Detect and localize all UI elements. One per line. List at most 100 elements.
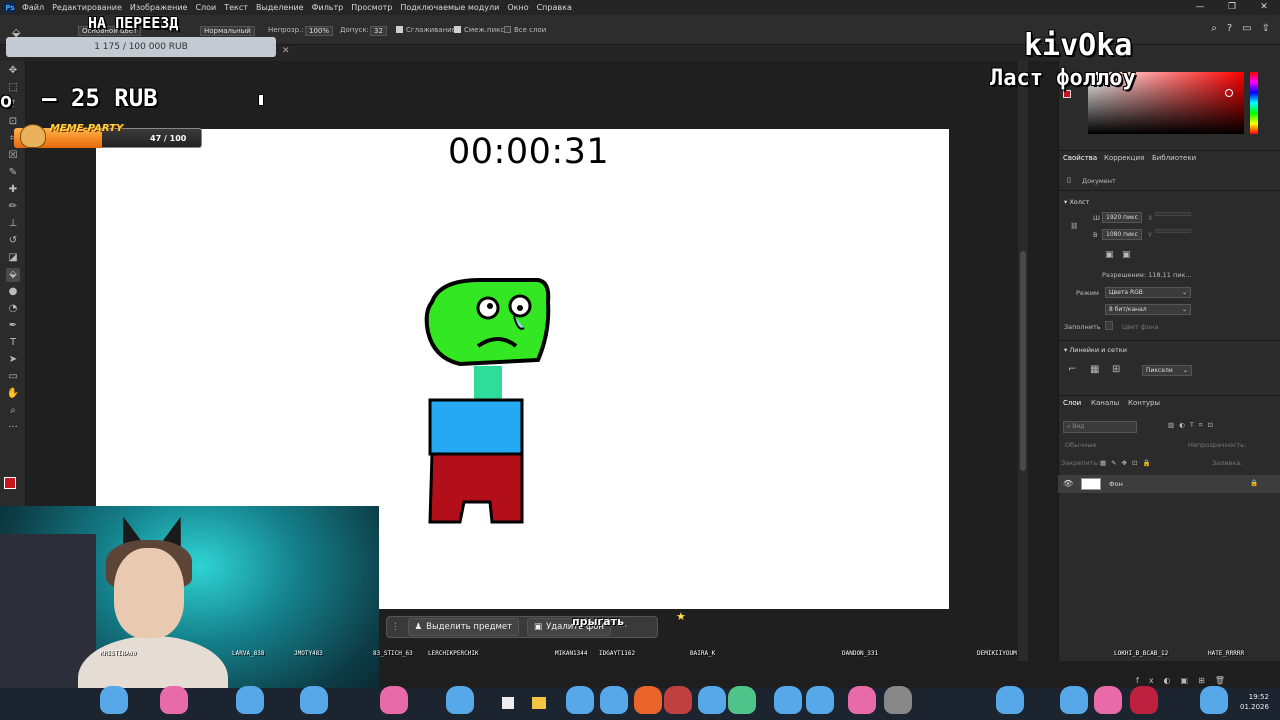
restore-icon[interactable]: ❐ [1216, 0, 1248, 15]
last-donation-amount: — 25 RUB [42, 84, 158, 112]
help-icon[interactable]: ? [1227, 23, 1232, 34]
menu-text[interactable]: Текст [224, 3, 248, 12]
lock-icons[interactable]: ▦✎✥⊡🔒 [1100, 459, 1156, 467]
grid-icon[interactable]: ▦ [1090, 364, 1099, 375]
folder-icon[interactable] [532, 697, 546, 709]
fg-color-chip[interactable] [1063, 90, 1071, 98]
menu-file[interactable]: Файл [22, 3, 44, 12]
menu-layers[interactable]: Слои [195, 3, 216, 12]
color-picker-handle[interactable] [1225, 89, 1233, 97]
paint-bucket-tool-icon[interactable]: ⬙ [6, 268, 20, 282]
hand-tool-icon[interactable]: ✋ [6, 387, 20, 401]
select-subject-label: Выделить предмет [426, 622, 513, 632]
eyedropper-tool-icon[interactable]: ✎ [6, 166, 20, 180]
antialias-checkbox[interactable]: Сглаживание [396, 26, 456, 34]
menu-edit[interactable]: Редактирование [52, 3, 122, 12]
system-clock[interactable]: 19:52 01.2026 [1240, 692, 1269, 712]
star-icon: ★ [676, 610, 686, 623]
mode-select[interactable]: Цвета RGB ⌄ [1105, 287, 1191, 298]
portrait-icon[interactable]: ▣ [1105, 250, 1114, 260]
units-select[interactable]: Пиксели ⌄ [1142, 365, 1192, 376]
dodge-tool-icon[interactable]: ◔ [6, 302, 20, 316]
more-tools-icon[interactable]: ··· [6, 421, 20, 435]
minimize-icon[interactable]: — [1184, 0, 1216, 15]
visibility-eye-icon[interactable]: 👁 [1063, 479, 1073, 488]
blur-tool-icon[interactable]: ● [6, 285, 20, 299]
height-field[interactable]: 1080 пикс [1102, 229, 1142, 240]
history-brush-icon[interactable]: ↺ [6, 234, 20, 248]
menu-select[interactable]: Выделение [256, 3, 304, 12]
chat-avatar [698, 686, 726, 714]
blend-mode-value[interactable]: Обычные [1065, 441, 1096, 449]
window-controls: — ❐ ✕ [1184, 0, 1280, 15]
layer-search-input[interactable]: ⌕ Вид [1063, 421, 1137, 433]
contiguous-checkbox[interactable]: Смеж.пикс [454, 26, 504, 34]
close-tab-icon[interactable]: ✕ [282, 46, 290, 56]
menu-image[interactable]: Изображение [130, 3, 188, 12]
jump-command-text: прыгать [572, 615, 624, 628]
canvas-section-title[interactable]: ▾ Холст [1064, 198, 1089, 206]
all-layers-checkbox[interactable]: Все слои [504, 26, 546, 34]
pen-tool-icon[interactable]: ✒ [6, 319, 20, 333]
tab-layers[interactable]: Слои [1063, 399, 1081, 407]
rectangle-tool-icon[interactable]: ▭ [6, 370, 20, 384]
share-icon[interactable]: ⇪ [1262, 23, 1270, 34]
type-tool-icon[interactable]: T [6, 336, 20, 350]
healing-tool-icon[interactable]: ✚ [6, 183, 20, 197]
hue-slider[interactable] [1250, 72, 1258, 134]
object-select-tool-icon[interactable]: ⊡ [6, 115, 20, 129]
photoshop-logo[interactable]: Ps [4, 2, 16, 13]
stamp-tool-icon[interactable]: ⊥ [6, 217, 20, 231]
layer-bottom-icons[interactable]: fx◐▣⊞🗑 [1136, 676, 1235, 685]
tab-adjustments[interactable]: Коррекция [1104, 154, 1144, 162]
menu-plugins[interactable]: Подключаемые модули [400, 3, 499, 12]
drag-handle-icon[interactable]: ⋮ [391, 622, 400, 632]
menu-window[interactable]: Окно [507, 3, 528, 12]
chat-user: HATE_RRRRR [1208, 650, 1245, 657]
move-tool-icon[interactable]: ✥ [6, 64, 20, 78]
frame-tool-icon[interactable]: ☒ [6, 149, 20, 163]
rulers-section-title[interactable]: ▾ Линейки и сетки [1064, 346, 1127, 354]
meme-party-count: 47 / 100 [150, 134, 187, 143]
tab-channels[interactable]: Каналы [1091, 399, 1119, 407]
blend-mode-select[interactable]: Нормальный [200, 26, 255, 36]
chat-avatar [446, 686, 474, 714]
tab-paths[interactable]: Контуры [1128, 399, 1160, 407]
width-field[interactable]: 1920 пикс [1102, 212, 1142, 223]
tolerance-label: Допуск: [340, 26, 369, 34]
workspace-icon[interactable]: ▭ [1242, 23, 1251, 34]
x-field[interactable] [1155, 212, 1191, 216]
menu-view[interactable]: Просмотр [351, 3, 392, 12]
stream-timer: 00:00:31 [448, 132, 610, 172]
opacity-field[interactable]: 100% [305, 26, 334, 36]
y-field[interactable] [1155, 229, 1191, 233]
menu-filter[interactable]: Фильтр [312, 3, 344, 12]
tolerance-field[interactable]: 32 [370, 26, 387, 36]
lock-label: Закрепить: [1061, 459, 1100, 467]
chat-avatar [566, 686, 594, 714]
brush-tool-icon[interactable]: ✏ [6, 200, 20, 214]
layer-filter-icons[interactable]: ▨◐T⌗⊡ [1168, 421, 1218, 430]
fill-color-chip[interactable] [1105, 321, 1113, 330]
ruler-icon[interactable]: ⌐ [1068, 364, 1076, 375]
depth-select[interactable]: 8 бит/канал ⌄ [1105, 304, 1191, 315]
path-select-tool-icon[interactable]: ➤ [6, 353, 20, 367]
layer-name[interactable]: Фон [1109, 480, 1123, 488]
tab-properties[interactable]: Свойства [1063, 154, 1097, 162]
vertical-scrollbar[interactable] [1018, 61, 1028, 661]
zoom-tool-icon[interactable]: ⌕ [6, 404, 20, 418]
taskbar-app-icon[interactable] [502, 697, 514, 709]
layer-opacity-label: Непрозрачность: [1188, 441, 1247, 449]
character-drawing [424, 278, 551, 524]
tab-libraries[interactable]: Библиотеки [1152, 154, 1196, 162]
link-icon[interactable]: ⛓ [1070, 222, 1078, 230]
select-subject-button[interactable]: ♟ Выделить предмет [407, 618, 520, 636]
landscape-icon[interactable]: ▣ [1122, 250, 1131, 260]
search-icon[interactable]: ⌕ [1211, 23, 1217, 34]
guides-icon[interactable]: ⊞ [1112, 364, 1120, 375]
last-follow-label: Ласт фоллоу [990, 66, 1136, 91]
close-icon[interactable]: ✕ [1248, 0, 1280, 15]
menu-help[interactable]: Справка [537, 3, 572, 12]
foreground-color-swatch[interactable] [4, 477, 16, 489]
eraser-tool-icon[interactable]: ◪ [6, 251, 20, 265]
